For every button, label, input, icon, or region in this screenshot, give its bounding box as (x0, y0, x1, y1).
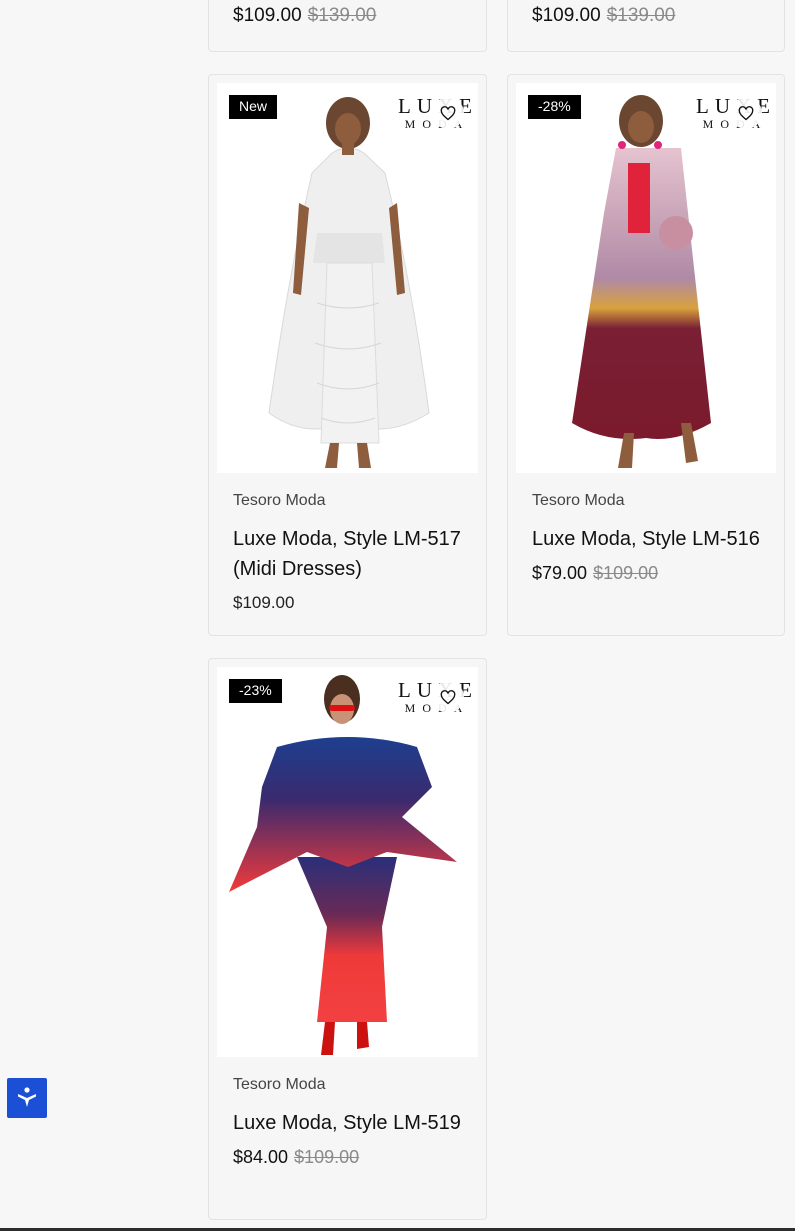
price-current: $109.00 (532, 5, 601, 26)
product-card[interactable]: -28% LUXE MODA Tesoro Moda Luxe Moda, St… (507, 74, 785, 636)
product-card-top-left[interactable]: $109.00 $139.00 (208, 0, 487, 52)
product-photo-ombre-duster (516, 83, 776, 473)
product-price: $109.00 (233, 593, 295, 612)
product-vendor: Tesoro Moda (233, 1076, 326, 1093)
product-title[interactable]: Luxe Moda, Style LM-516 (532, 524, 764, 554)
product-card[interactable]: -23% LUXE MODA Tesoro Moda Luxe Moda, St… (208, 658, 487, 1220)
price-current: $84.00 (233, 1147, 289, 1167)
accessibility-button[interactable] (7, 1078, 47, 1118)
product-title[interactable]: Luxe Moda, Style LM-517 (Midi Dresses) (233, 524, 466, 584)
price-current: $109.00 (233, 5, 302, 26)
product-photo-white-dress (217, 83, 478, 473)
new-badge: New (229, 95, 278, 119)
product-price: $109.00 $139.00 (233, 5, 376, 27)
product-image[interactable]: -23% LUXE MODA (217, 667, 478, 1057)
wishlist-button[interactable] (730, 97, 762, 129)
product-image[interactable]: -28% LUXE MODA (516, 83, 776, 473)
product-vendor: Tesoro Moda (233, 492, 326, 509)
wishlist-button[interactable] (432, 97, 464, 129)
discount-badge: -23% (229, 679, 282, 703)
product-title[interactable]: Luxe Moda, Style LM-519 (233, 1108, 466, 1138)
heart-outline-icon (440, 105, 456, 120)
discount-badge: -28% (528, 95, 581, 119)
product-image[interactable]: New LUXE MODA (217, 83, 478, 473)
product-price: $79.00 $109.00 (532, 561, 764, 585)
price-compare: $139.00 (307, 5, 377, 26)
price-compare: $139.00 (606, 5, 676, 26)
wishlist-button[interactable] (432, 681, 464, 713)
heart-outline-icon (440, 689, 456, 704)
price-compare: $109.00 (294, 1147, 360, 1167)
accessibility-person-icon (18, 1087, 36, 1107)
price-compare: $109.00 (593, 563, 659, 583)
product-price: $109.00 $139.00 (532, 5, 675, 27)
price-current: $79.00 (532, 563, 588, 583)
heart-outline-icon (738, 105, 754, 120)
product-card[interactable]: New LUXE MODA Tesoro Moda Luxe Moda, Sty… (208, 74, 487, 636)
product-price: $84.00 $109.00 (233, 1145, 466, 1169)
product-card-top-right[interactable]: $109.00 $139.00 (507, 0, 785, 52)
product-photo-red-blue-set (217, 667, 478, 1057)
product-vendor: Tesoro Moda (532, 492, 625, 509)
